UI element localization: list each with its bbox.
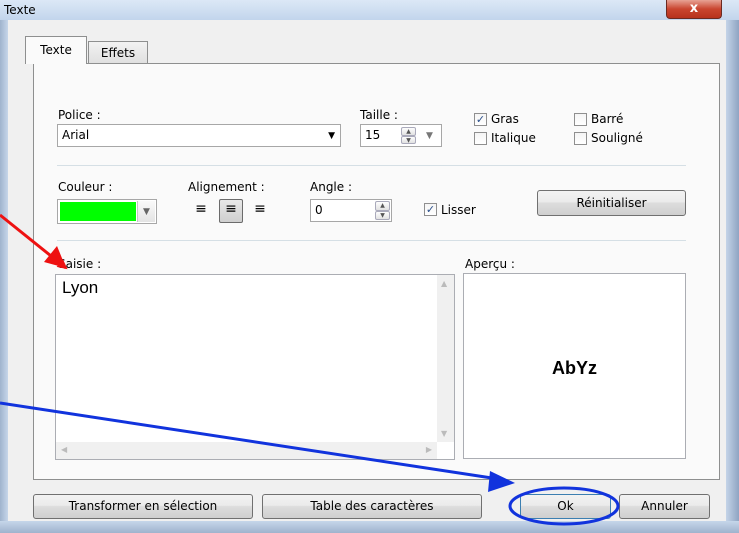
blue-highlight-ellipse (508, 486, 620, 526)
blue-arrow (0, 401, 506, 482)
red-arrowhead (44, 246, 66, 268)
tab-texte-label: Texte (40, 43, 72, 57)
annotation-overlay (0, 213, 620, 526)
tab-texte[interactable]: Texte (25, 36, 87, 64)
blue-arrowhead (488, 471, 515, 492)
